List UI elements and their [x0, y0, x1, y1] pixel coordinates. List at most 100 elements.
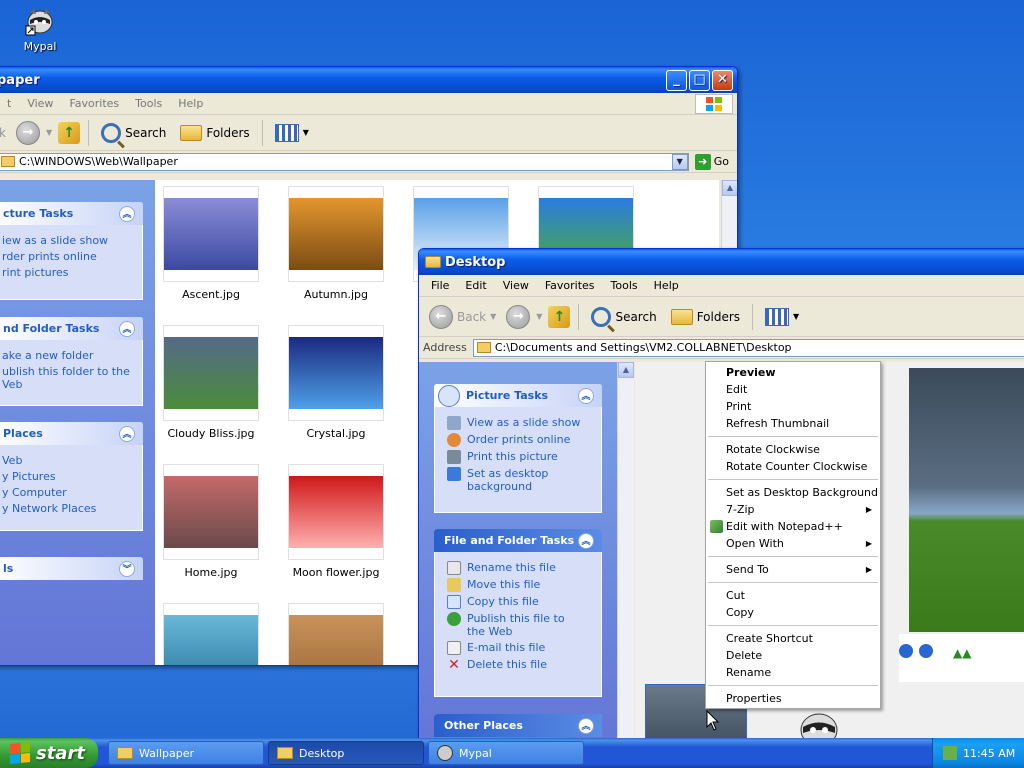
thumbnail-item[interactable]: Crystal.jpg	[288, 325, 384, 440]
context-menu-item-create-shortcut[interactable]: Create Shortcut	[706, 630, 880, 647]
context-menu-item-delete[interactable]: Delete	[706, 647, 880, 664]
taskbar-button-wallpaper[interactable]: Wallpaper	[108, 741, 264, 765]
context-menu-item-properties[interactable]: Properties	[706, 690, 880, 707]
back-button[interactable]: k	[0, 124, 10, 142]
menu-item-view[interactable]: View	[495, 279, 537, 292]
scroll-up-button[interactable]: ▲	[618, 362, 634, 378]
context-menu-item-refresh-thumbnail[interactable]: Refresh Thumbnail	[706, 415, 880, 432]
desktop-titlebar[interactable]: Desktop	[419, 249, 1024, 275]
task-pane-scrollbar[interactable]: ▲	[617, 362, 634, 747]
thumbnail-item[interactable]: Cloudy Bliss.jpg	[163, 325, 259, 440]
task-link-delete[interactable]: ✕ Delete this file	[447, 658, 593, 672]
start-button[interactable]: start	[0, 738, 98, 768]
rotate-clockwise-icon[interactable]: ▲▲	[953, 646, 971, 660]
panel-header[interactable]: Other Places ︽	[434, 714, 602, 737]
folders-button[interactable]: Folders	[176, 123, 253, 143]
maximize-button[interactable]: □	[689, 70, 710, 91]
context-menu-item-cut[interactable]: Cut	[706, 587, 880, 604]
task-link-copy[interactable]: Copy this file	[447, 595, 593, 609]
previous-image-button[interactable]	[899, 644, 913, 658]
context-menu-item-rotate-counter-clockwise[interactable]: Rotate Counter Clockwise	[706, 458, 880, 475]
menu-item-favorites[interactable]: Favorites	[537, 279, 603, 292]
wallpaper-titlebar[interactable]: paper _ □ ✕	[0, 67, 737, 93]
task-link-print[interactable]: Print this picture	[447, 450, 593, 464]
menu-item-favorites[interactable]: Favorites	[61, 97, 127, 110]
panel-header[interactable]: cture Tasks ︽	[0, 202, 143, 225]
address-field[interactable]: C:\Documents and Settings\VM2.COLLABNET\…	[472, 338, 1024, 357]
panel-header[interactable]: nd Folder Tasks ︽	[0, 317, 143, 340]
collapse-icon[interactable]: ︽	[578, 717, 594, 734]
task-link-publish[interactable]: Publish this file to the Web	[447, 612, 593, 638]
task-link[interactable]: rint pictures	[2, 266, 134, 279]
scroll-up-button[interactable]: ▲	[722, 180, 737, 196]
forward-button[interactable]: →	[15, 120, 40, 145]
task-link-order-prints[interactable]: Order prints online	[447, 433, 593, 447]
folders-button[interactable]: Folders	[667, 307, 744, 327]
forward-button[interactable]: →	[506, 304, 531, 329]
collapse-icon[interactable]: ︽	[578, 387, 594, 404]
context-menu-item-send-to[interactable]: Send To ▶	[706, 561, 880, 578]
context-menu-item-edit-with-notepad[interactable]: Edit with Notepad++	[706, 518, 880, 535]
context-menu-item-open-with[interactable]: Open With ▶	[706, 535, 880, 552]
panel-header[interactable]: Picture Tasks ︽	[434, 384, 602, 407]
desktop-icon-mypal[interactable]: Mypal	[10, 4, 70, 53]
thumbnail-item[interactable]: Ascent.jpg	[163, 186, 259, 301]
menu-item-file[interactable]: t	[0, 97, 19, 110]
back-button[interactable]: ← Back ▼	[425, 303, 500, 331]
context-menu-item-7-zip[interactable]: 7-Zip ▶	[706, 501, 880, 518]
task-link-move[interactable]: Move this file	[447, 578, 593, 592]
up-folder-icon[interactable]: ↑	[548, 305, 571, 328]
context-menu-item-copy[interactable]: Copy	[706, 604, 880, 621]
menu-item-help[interactable]: Help	[646, 279, 687, 292]
thumbnail-item[interactable]	[288, 603, 384, 665]
task-link[interactable]: iew as a slide show	[2, 234, 134, 247]
task-link-slideshow[interactable]: View as a slide show	[447, 416, 593, 430]
next-image-button[interactable]	[919, 644, 933, 658]
context-menu-item-rotate-clockwise[interactable]: Rotate Clockwise	[706, 441, 880, 458]
search-button[interactable]: Search	[97, 121, 170, 145]
taskbar-button-desktop[interactable]: Desktop	[268, 741, 424, 765]
thumbnail-item[interactable]	[163, 603, 259, 665]
up-folder-icon[interactable]: ↑	[58, 121, 81, 144]
close-button[interactable]: ✕	[712, 70, 733, 91]
collapse-icon[interactable]: ︽	[119, 205, 135, 222]
network-icon[interactable]	[943, 746, 957, 760]
expand-icon[interactable]: ︾	[119, 560, 135, 577]
collapse-icon[interactable]: ︽	[119, 320, 135, 337]
context-menu-item-print[interactable]: Print	[706, 398, 880, 415]
place-link[interactable]: Veb	[2, 454, 134, 467]
forward-dropdown-icon[interactable]: ▼	[46, 128, 52, 137]
views-button[interactable]: ▼	[271, 122, 313, 144]
go-button[interactable]: ➜ Go	[693, 153, 737, 170]
collapse-icon[interactable]: ︽	[578, 532, 594, 549]
collapse-icon[interactable]: ︽	[119, 425, 135, 442]
context-menu-item-edit[interactable]: Edit	[706, 381, 880, 398]
menu-item-help[interactable]: Help	[170, 97, 211, 110]
taskbar-button-mypal[interactable]: Mypal	[428, 741, 584, 765]
task-link[interactable]: rder prints online	[2, 250, 134, 263]
forward-dropdown-icon[interactable]: ▼	[536, 312, 542, 321]
task-link[interactable]: ublish this folder to the Veb	[2, 365, 134, 391]
address-dropdown-icon[interactable]: ▼	[671, 153, 688, 170]
panel-header[interactable]: File and Folder Tasks ︽	[434, 529, 602, 552]
task-link[interactable]: ake a new folder	[2, 349, 134, 362]
task-link-set-background[interactable]: Set as desktop background	[447, 467, 593, 493]
menu-item-edit[interactable]: Edit	[457, 279, 494, 292]
place-link[interactable]: y Network Places	[2, 502, 134, 515]
minimize-button[interactable]: _	[666, 70, 687, 91]
clock[interactable]: 11:45 AM	[963, 747, 1015, 760]
context-menu-item-set-as-desktop-background[interactable]: Set as Desktop Background	[706, 484, 880, 501]
task-link-rename[interactable]: Rename this file	[447, 561, 593, 575]
menu-item-tools[interactable]: Tools	[127, 97, 170, 110]
thumbnail-item[interactable]: Moon flower.jpg	[288, 464, 384, 579]
panel-header[interactable]: ls ︾	[0, 557, 143, 580]
task-link-email[interactable]: E-mail this file	[447, 641, 593, 655]
address-field[interactable]: C:\WINDOWS\Web\Wallpaper ▼	[0, 152, 689, 171]
place-link[interactable]: y Computer	[2, 486, 134, 499]
context-menu-item-rename[interactable]: Rename	[706, 664, 880, 681]
panel-header[interactable]: Places ︽	[0, 422, 143, 445]
views-button[interactable]: ▼	[761, 306, 803, 328]
place-link[interactable]: y Pictures	[2, 470, 134, 483]
search-button[interactable]: Search	[587, 305, 660, 329]
menu-item-view[interactable]: View	[19, 97, 61, 110]
